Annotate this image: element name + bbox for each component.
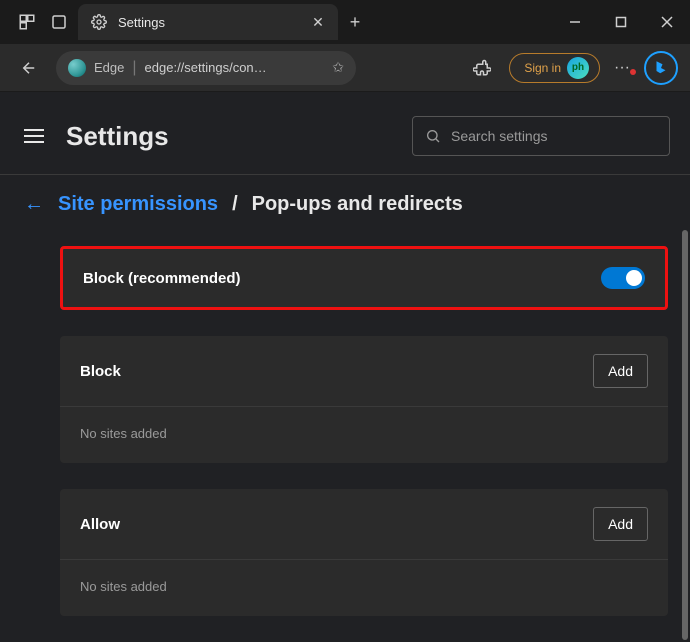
scrollbar-track (682, 230, 688, 636)
browser-toolbar: Edge | edge://settings/con… ✩ Sign in ph… (0, 44, 690, 92)
allow-add-button[interactable]: Add (593, 507, 648, 541)
search-settings-box[interactable] (412, 116, 670, 156)
search-icon (425, 128, 441, 144)
block-list-card: Block Add No sites added (60, 336, 668, 463)
settings-content: Block (recommended) Block Add No sites a… (0, 226, 690, 636)
address-url: edge://settings/con… (145, 60, 325, 75)
allow-empty-text: No sites added (80, 579, 167, 594)
workspaces-icon[interactable] (18, 13, 36, 31)
gear-icon (90, 13, 108, 31)
tab-actions-icon[interactable] (50, 13, 68, 31)
signin-label: Sign in (524, 61, 561, 75)
allow-list-card: Allow Add No sites added (60, 489, 668, 616)
breadcrumb-parent-link[interactable]: Site permissions (58, 193, 218, 216)
signin-button[interactable]: Sign in ph (509, 53, 600, 83)
breadcrumb-back-icon[interactable]: ← (24, 193, 44, 216)
block-recommended-card: Block (recommended) (60, 246, 668, 310)
window-titlebar: Settings ✕ + (0, 0, 690, 44)
block-recommended-title: Block (recommended) (83, 270, 241, 287)
breadcrumb-current: Pop-ups and redirects (252, 193, 463, 216)
address-source: Edge (94, 60, 124, 75)
breadcrumb: ← Site permissions / Pop-ups and redirec… (0, 175, 690, 226)
scrollbar-thumb[interactable] (682, 230, 688, 640)
new-tab-button[interactable]: + (338, 5, 372, 39)
tab-title: Settings (118, 15, 300, 30)
nav-back-button[interactable] (12, 51, 46, 85)
minimize-button[interactable] (552, 0, 598, 44)
allow-list-title: Allow (80, 516, 120, 533)
profile-avatar-icon: ph (567, 57, 589, 79)
menu-icon[interactable] (24, 125, 46, 147)
block-empty-text: No sites added (80, 426, 167, 441)
breadcrumb-separator: / (232, 193, 238, 216)
settings-header: Settings (0, 92, 690, 174)
block-list-title: Block (80, 363, 121, 380)
extensions-icon[interactable] (465, 51, 499, 85)
block-add-button[interactable]: Add (593, 354, 648, 388)
address-separator: | (132, 59, 136, 77)
block-recommended-toggle[interactable] (601, 267, 645, 289)
bing-chat-button[interactable] (644, 51, 678, 85)
edge-logo-icon (68, 59, 86, 77)
search-input[interactable] (451, 128, 657, 144)
close-window-button[interactable] (644, 0, 690, 44)
notification-dot-icon (630, 69, 636, 75)
page-title: Settings (66, 121, 392, 152)
maximize-button[interactable] (598, 0, 644, 44)
address-bar[interactable]: Edge | edge://settings/con… ✩ (56, 51, 356, 85)
browser-tab[interactable]: Settings ✕ (78, 4, 338, 40)
favorite-icon[interactable]: ✩ (332, 59, 344, 76)
close-tab-icon[interactable]: ✕ (310, 14, 326, 30)
more-menu-button[interactable]: ··· (610, 59, 634, 77)
